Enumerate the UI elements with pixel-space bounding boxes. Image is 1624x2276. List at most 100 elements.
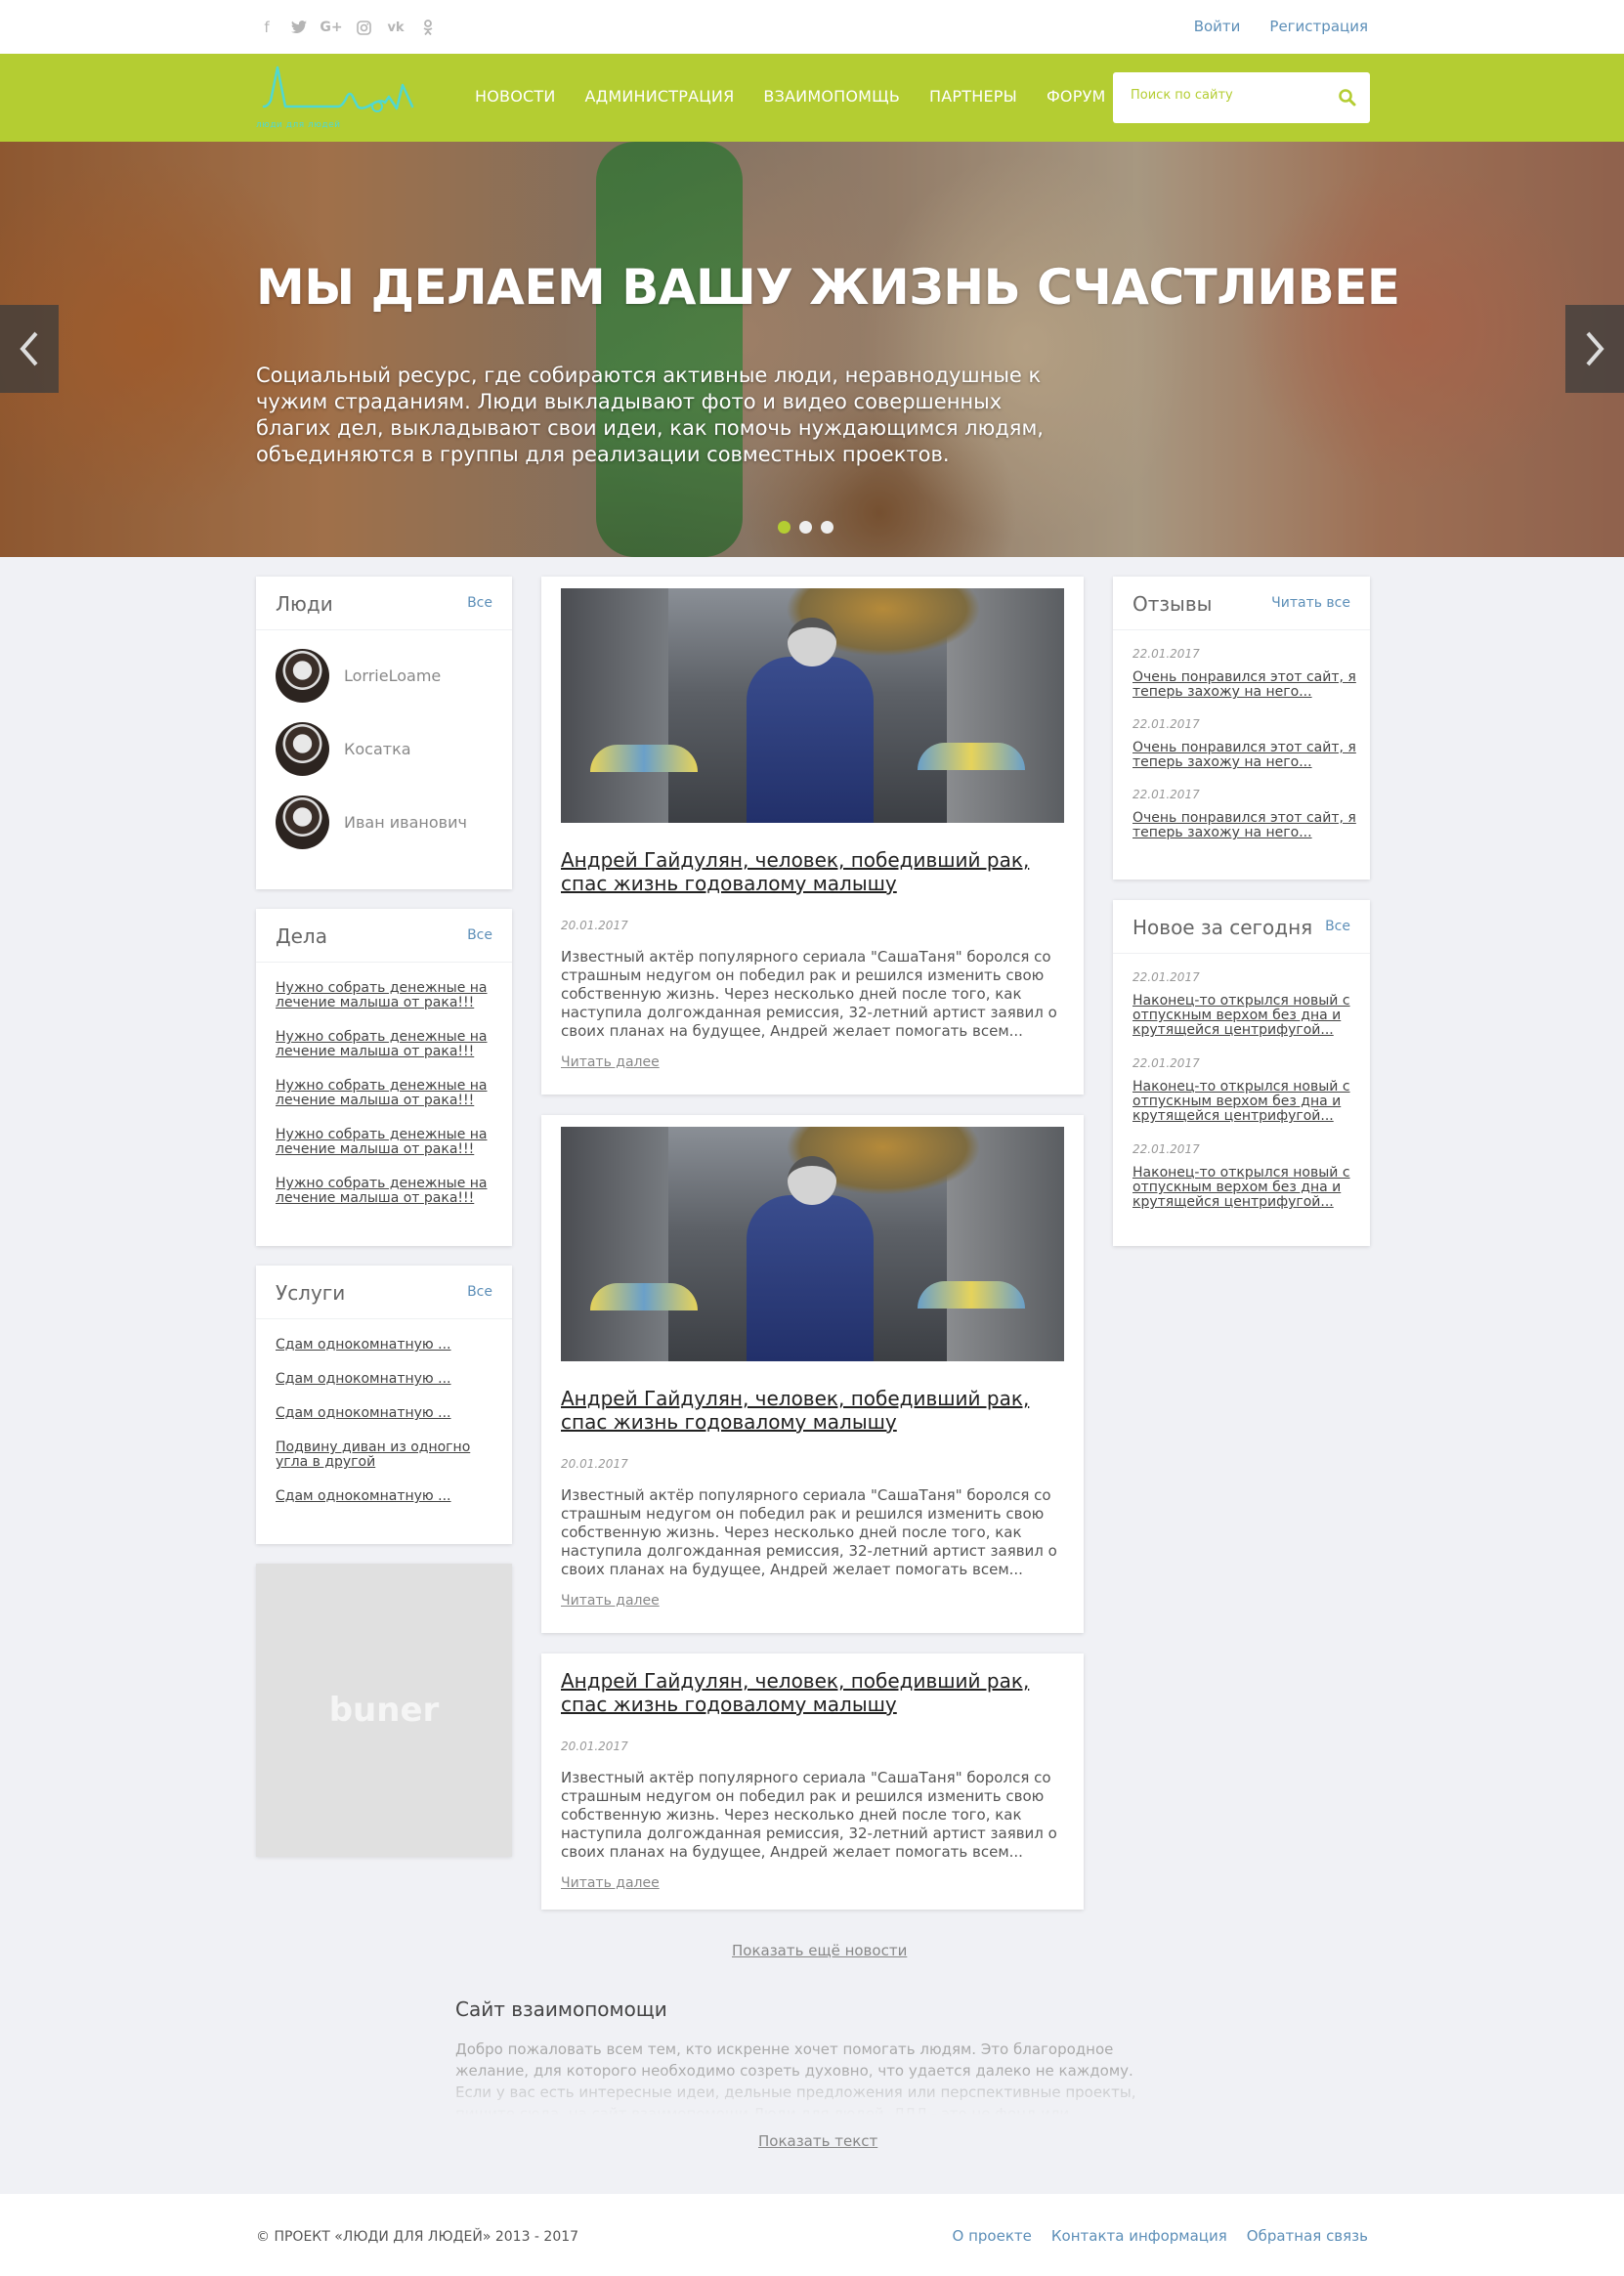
reviews-header: Отзывы Читать все [1113, 577, 1370, 630]
deed-item[interactable]: Нужно собрать денежные на лечение малыша… [276, 1079, 495, 1108]
chevron-left-icon [20, 331, 38, 366]
person-name: Косатка [344, 740, 411, 758]
menu-item-partners[interactable]: ПАРТНЕРЫ [929, 87, 1017, 106]
chevron-right-icon [1586, 331, 1604, 366]
show-text-link[interactable]: Показать текст [758, 2132, 877, 2150]
item-date: 22.01.2017 [1133, 970, 1200, 984]
footer-link-contacts[interactable]: Контакта информация [1051, 2227, 1227, 2245]
person-item[interactable]: Иван иванович [276, 795, 467, 849]
vk-icon[interactable]: vk [385, 17, 406, 38]
about-section: Сайт взаимопомощи Добро пожаловать всем … [455, 1997, 1169, 2115]
search-box [1113, 72, 1370, 123]
search-icon[interactable] [1337, 87, 1358, 108]
odnoklassniki-icon[interactable] [417, 17, 439, 38]
menu-item-administration[interactable]: АДМИНИСТРАЦИЯ [585, 87, 735, 106]
footer: © ПРОЕКТ «ЛЮДИ ДЛЯ ЛЮДЕЙ» 2013 - 2017 О … [0, 2194, 1624, 2276]
services-header: Услуги Все [256, 1266, 512, 1319]
deeds-header: Дела Все [256, 909, 512, 963]
login-link[interactable]: Войти [1194, 18, 1241, 35]
news-title[interactable]: Андрей Гайдулян, человек, победивший рак… [561, 1669, 1069, 1716]
review-text[interactable]: Очень понравился этот сайт, я теперь зах… [1133, 811, 1357, 840]
footer-link-about[interactable]: О проекте [953, 2227, 1032, 2245]
site-logo[interactable]: люди для людей [256, 64, 417, 134]
news-card: Андрей Гайдулян, человек, победивший рак… [541, 577, 1084, 1095]
register-link[interactable]: Регистрация [1269, 18, 1368, 35]
news-date: 20.01.2017 [561, 1739, 628, 1753]
news-card: Андрей Гайдулян, человек, победивший рак… [541, 1115, 1084, 1633]
avatar [276, 722, 329, 776]
person-item[interactable]: Косатка [276, 722, 411, 776]
menu-item-news[interactable]: НОВОСТИ [475, 87, 556, 106]
read-more-link[interactable]: Читать далее [561, 1593, 660, 1609]
services-widget: Услуги Все Сдам однокомнатную ... Сдам о… [256, 1266, 512, 1544]
twitter-icon[interactable] [288, 17, 310, 38]
new-item-text[interactable]: Наконец-то открылся новый с отпускным ве… [1133, 1080, 1357, 1124]
new-item-text[interactable]: Наконец-то открылся новый с отпускным ве… [1133, 994, 1357, 1038]
service-item[interactable]: Подвину диван из одногно угла в другой [276, 1440, 481, 1470]
review-date: 22.01.2017 [1133, 717, 1200, 731]
services-all-link[interactable]: Все [467, 1284, 492, 1300]
deed-item[interactable]: Нужно собрать денежные на лечение малыша… [276, 1030, 495, 1059]
person-name: Иван иванович [344, 813, 467, 832]
new-item-text[interactable]: Наконец-то открылся новый с отпускным ве… [1133, 1166, 1357, 1210]
about-text: Добро пожаловать всем тем, кто искренне … [455, 2040, 1136, 2115]
deed-item[interactable]: Нужно собрать денежные на лечение малыша… [276, 1128, 495, 1157]
item-date: 22.01.2017 [1133, 1142, 1200, 1156]
news-image[interactable] [561, 1127, 1064, 1361]
read-more-link[interactable]: Читать далее [561, 1054, 660, 1070]
news-title[interactable]: Андрей Гайдулян, человек, победивший рак… [561, 848, 1069, 895]
service-item[interactable]: Сдам однокомнатную ... [276, 1489, 495, 1504]
slider-dot[interactable] [799, 521, 812, 534]
news-text: Известный актёр популярного сериала "Саш… [561, 948, 1057, 1040]
ad-banner[interactable]: buner [256, 1564, 512, 1857]
service-item[interactable]: Сдам однокомнатную ... [276, 1338, 495, 1353]
instagram-icon[interactable] [353, 17, 374, 38]
service-item[interactable]: Сдам однокомнатную ... [276, 1372, 495, 1387]
menu-item-mutual-help[interactable]: ВЗАИМОПОМЩЬ [763, 87, 900, 106]
new-today-all-link[interactable]: Все [1325, 919, 1350, 934]
footer-link-feedback[interactable]: Обратная связь [1247, 2227, 1368, 2245]
review-text[interactable]: Очень понравился этот сайт, я теперь зах… [1133, 741, 1357, 770]
menu-item-forum[interactable]: ФОРУМ [1047, 87, 1106, 106]
person-item[interactable]: LorrieLoame [276, 649, 441, 703]
hero-slider: МЫ ДЕЛАЕМ ВАШУ ЖИЗНЬ СЧАСТЛИВЕЕ Социальн… [0, 142, 1624, 557]
news-title[interactable]: Андрей Гайдулян, человек, победивший рак… [561, 1387, 1069, 1434]
main-menu: НОВОСТИ АДМИНИСТРАЦИЯ ВЗАИМОПОМЩЬ ПАРТНЕ… [475, 87, 1106, 106]
facebook-icon[interactable]: f [256, 17, 278, 38]
hero-title: МЫ ДЕЛАЕМ ВАШУ ЖИЗНЬ СЧАСТЛИВЕЕ [256, 259, 1400, 316]
avatar [276, 649, 329, 703]
search-input[interactable] [1131, 88, 1326, 103]
news-date: 20.01.2017 [561, 1457, 628, 1471]
news-image[interactable] [561, 588, 1064, 823]
new-today-widget: Новое за сегодня Все 22.01.2017 Наконец-… [1113, 900, 1370, 1246]
deeds-all-link[interactable]: Все [467, 927, 492, 943]
slider-next-button[interactable] [1565, 305, 1624, 393]
slider-dot[interactable] [821, 521, 833, 534]
show-more-news-link[interactable]: Показать ещё новости [732, 1942, 907, 1959]
footer-links: О проекте Контакта информация Обратная с… [953, 2227, 1368, 2245]
slider-dot[interactable] [778, 521, 791, 534]
deeds-widget: Дела Все Нужно собрать денежные на лечен… [256, 909, 512, 1246]
people-title: Люди [276, 592, 333, 616]
people-all-link[interactable]: Все [467, 595, 492, 611]
news-text: Известный актёр популярного сериала "Саш… [561, 1769, 1057, 1861]
reviews-all-link[interactable]: Читать все [1271, 595, 1350, 611]
deed-item[interactable]: Нужно собрать денежные на лечение малыша… [276, 1177, 495, 1206]
slider-dots [778, 521, 833, 534]
hero-overlay [0, 142, 1624, 557]
service-item[interactable]: Сдам однокомнатную ... [276, 1406, 495, 1421]
review-text[interactable]: Очень понравился этот сайт, я теперь зах… [1133, 670, 1357, 700]
auth-links: Войти Регистрация [1194, 18, 1368, 35]
item-date: 22.01.2017 [1133, 1056, 1200, 1070]
slider-prev-button[interactable] [0, 305, 59, 393]
avatar [276, 795, 329, 849]
read-more-link[interactable]: Читать далее [561, 1875, 660, 1891]
google-plus-icon[interactable]: G+ [320, 17, 342, 38]
people-widget: Люди Все LorrieLoame Косатка Иван иванов… [256, 577, 512, 889]
deed-item[interactable]: Нужно собрать денежные на лечение малыша… [276, 981, 495, 1010]
logo-text: люди для людей [256, 120, 341, 130]
hero-text: Социальный ресурс, где собираются активн… [256, 364, 1044, 466]
new-today-header: Новое за сегодня Все [1113, 900, 1370, 954]
social-links: f G+ vk [256, 17, 449, 38]
person-name: LorrieLoame [344, 666, 442, 685]
